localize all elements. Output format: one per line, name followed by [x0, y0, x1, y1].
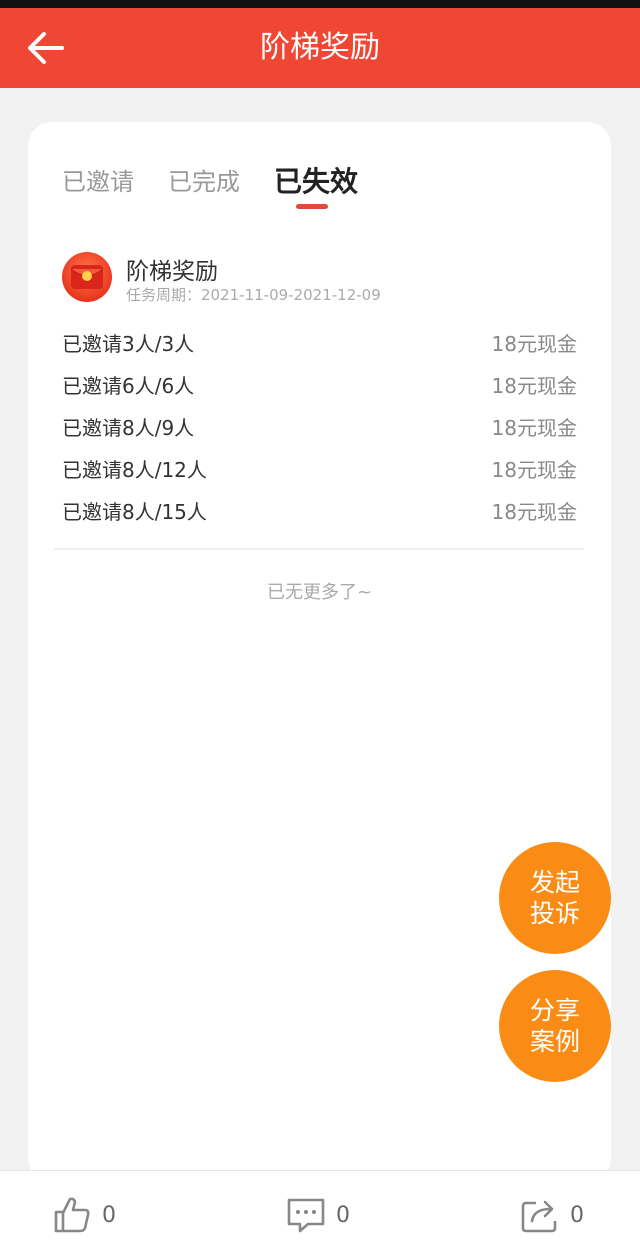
comment-icon	[287, 1198, 325, 1233]
tier-label: 已邀请8人/12人	[62, 458, 207, 482]
tier-row: 已邀请3人/3人 18元现金	[62, 328, 577, 370]
complaint-label-line1: 发起	[529, 868, 580, 897]
comment-button[interactable]: 0	[286, 1195, 350, 1235]
like-button[interactable]: 0	[52, 1195, 116, 1235]
tab-expired[interactable]: 已失效	[274, 160, 358, 200]
tier-row: 已邀请6人/6人 18元现金	[62, 370, 577, 412]
tier-label: 已邀请8人/9人	[62, 416, 195, 440]
reward-title: 阶梯奖励	[126, 259, 218, 285]
tier-row: 已邀请8人/9人 18元现金	[62, 412, 577, 454]
status-bar	[0, 0, 640, 8]
tab-completed[interactable]: 已完成	[168, 162, 240, 197]
share-case-button[interactable]: 分享 案例	[499, 970, 611, 1082]
header: 阶梯奖励	[0, 8, 640, 88]
no-more-text: 已无更多了~	[266, 582, 373, 603]
comment-count: 0	[336, 1202, 350, 1228]
tier-row: 已邀请8人/12人 18元现金	[62, 454, 577, 496]
thumbs-up-icon	[54, 1197, 90, 1233]
share-case-label-line2: 案例	[529, 1027, 580, 1056]
tier-label: 已邀请6人/6人	[62, 374, 195, 398]
tab-invited[interactable]: 已邀请	[62, 162, 134, 197]
tier-row: 已邀请8人/15人 18元现金	[62, 496, 577, 538]
tier-list: 已邀请3人/3人 18元现金 已邀请6人/6人 18元现金 已邀请8人/9人 1…	[62, 328, 577, 538]
share-case-label-line1: 分享	[529, 996, 580, 1025]
tier-reward: 18元现金	[491, 416, 577, 440]
complaint-label-line2: 投诉	[529, 899, 580, 928]
reward-header: 阶梯奖励 任务周期：2021-11-09-2021-12-09	[62, 250, 582, 310]
task-period: 任务周期：2021-11-09-2021-12-09	[126, 286, 381, 304]
bottom-action-bar: 0 0 0	[0, 1170, 640, 1252]
tier-reward: 18元现金	[491, 332, 577, 356]
complaint-button[interactable]: 发起 投诉	[499, 842, 611, 954]
tier-reward: 18元现金	[491, 458, 577, 482]
like-count: 0	[102, 1202, 116, 1228]
share-count: 0	[570, 1202, 584, 1228]
tier-reward: 18元现金	[491, 500, 577, 524]
tab-indicator	[296, 204, 328, 209]
page-title: 阶梯奖励	[260, 30, 380, 65]
divider	[54, 548, 584, 550]
tier-label: 已邀请3人/3人	[62, 332, 195, 356]
share-icon	[521, 1200, 557, 1233]
red-envelope-icon	[62, 252, 112, 302]
tier-label: 已邀请8人/15人	[62, 500, 207, 524]
tier-reward: 18元现金	[491, 374, 577, 398]
share-button[interactable]: 0	[520, 1195, 584, 1235]
